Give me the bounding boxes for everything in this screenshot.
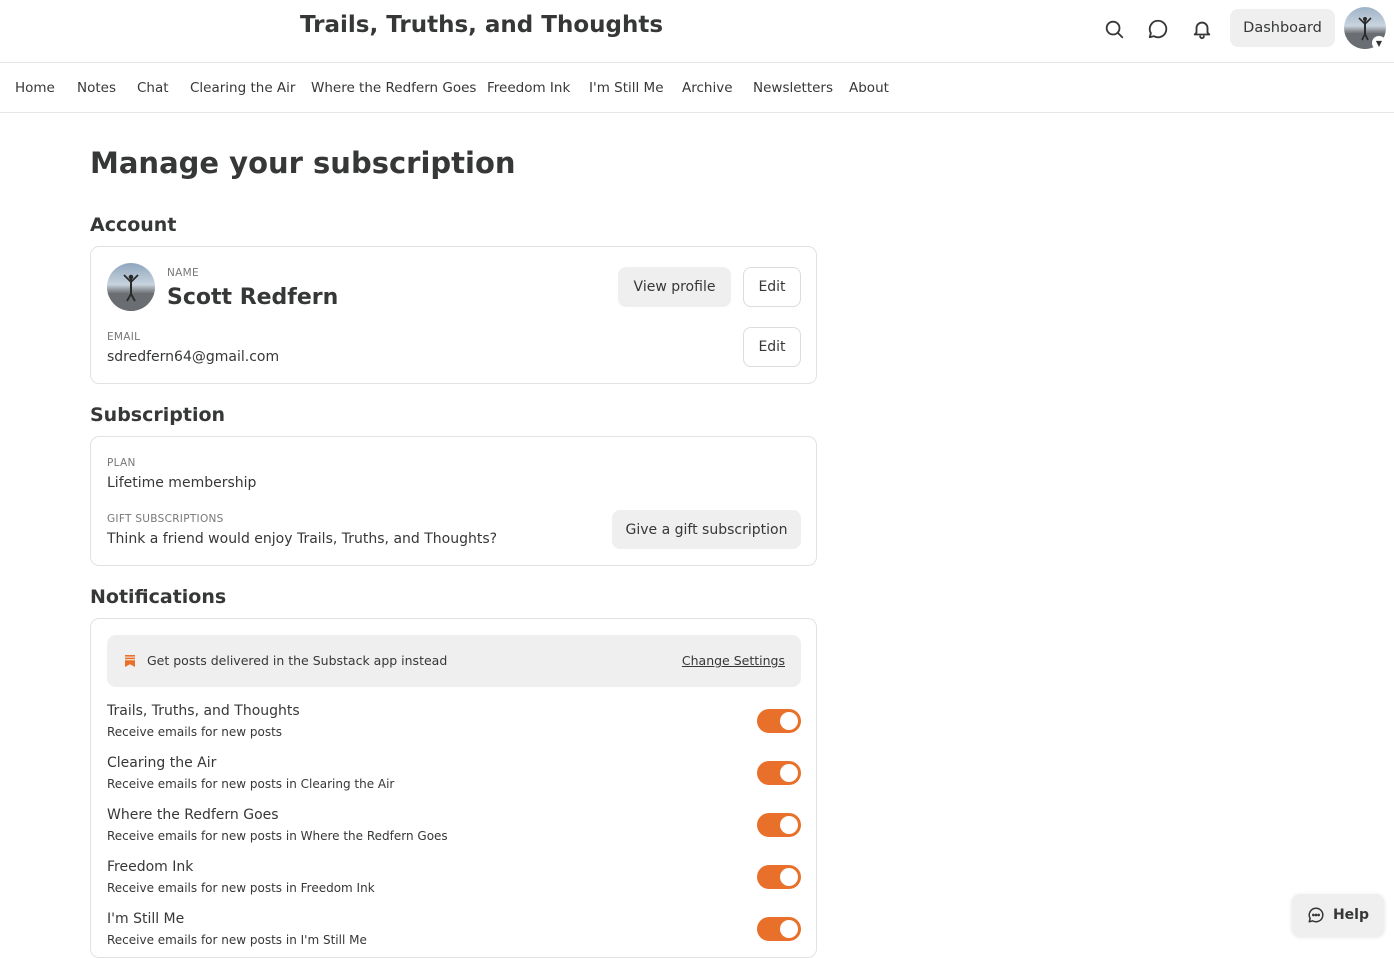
gift-label: GIFT SUBSCRIPTIONS (107, 513, 224, 525)
edit-email-button[interactable]: Edit (743, 327, 801, 367)
account-card: NAME Scott Redfern View profile Edit EMA… (90, 246, 817, 384)
nav-item-chat[interactable]: Chat (137, 80, 169, 96)
section-nav: Home Notes Chat Clearing the Air Where t… (0, 64, 1394, 113)
notifications-heading: Notifications (90, 586, 227, 608)
list-item: I'm Still Me Receive emails for new post… (107, 911, 801, 955)
account-email: sdredfern64@gmail.com (107, 349, 280, 365)
nav-item-notes[interactable]: Notes (77, 80, 116, 96)
toggle-knob (780, 920, 798, 938)
page-title: Manage your subscription (90, 146, 516, 180)
app-delivery-banner: Get posts delivered in the Substack app … (107, 635, 801, 687)
list-item: Clearing the Air Receive emails for new … (107, 755, 801, 799)
email-label: EMAIL (107, 331, 141, 343)
help-label: Help (1332, 907, 1370, 923)
notification-subtitle: Receive emails for new posts in Clearing… (107, 777, 395, 791)
dashboard-button[interactable]: Dashboard (1230, 9, 1335, 47)
chat-bubble-icon (1308, 907, 1324, 923)
toggle-knob (780, 764, 798, 782)
nav-item-home[interactable]: Home (15, 80, 55, 96)
list-item: Where the Redfern Goes Receive emails fo… (107, 807, 801, 851)
nav-item-archive[interactable]: Archive (682, 80, 733, 96)
nav-item-clearing-the-air[interactable]: Clearing the Air (190, 80, 295, 96)
notification-subtitle: Receive emails for new posts (107, 725, 283, 739)
toggle-knob (780, 712, 798, 730)
notification-subtitle: Receive emails for new posts in Where th… (107, 829, 448, 843)
email-toggle[interactable] (757, 865, 801, 889)
plan-value: Lifetime membership (107, 475, 257, 491)
notification-title: I'm Still Me (107, 911, 185, 927)
plan-label: PLAN (107, 457, 136, 469)
notification-title: Trails, Truths, and Thoughts (107, 703, 300, 719)
notification-title: Where the Redfern Goes (107, 807, 279, 823)
avatar (107, 263, 155, 311)
notification-title: Freedom Ink (107, 859, 194, 875)
nav-item-freedom-ink[interactable]: Freedom Ink (487, 80, 570, 96)
notification-subtitle: Receive emails for new posts in Freedom … (107, 881, 375, 895)
substack-logo-icon (125, 655, 135, 667)
bell-icon[interactable] (1189, 16, 1215, 42)
toggle-knob (780, 868, 798, 886)
nav-item-newsletters[interactable]: Newsletters (753, 80, 833, 96)
name-label: NAME (167, 267, 199, 279)
chat-bubble-icon[interactable] (1145, 16, 1171, 42)
edit-name-button[interactable]: Edit (743, 267, 801, 307)
account-name: Scott Redfern (167, 285, 339, 310)
email-toggle[interactable] (757, 917, 801, 941)
email-toggle[interactable] (757, 813, 801, 837)
email-toggle[interactable] (757, 709, 801, 733)
notifications-card: Get posts delivered in the Substack app … (90, 618, 817, 958)
search-icon[interactable] (1101, 16, 1127, 42)
list-item: Trails, Truths, and Thoughts Receive ema… (107, 703, 801, 747)
banner-text: Get posts delivered in the Substack app … (147, 653, 448, 668)
gift-text: Think a friend would enjoy Trails, Truth… (107, 531, 498, 547)
email-toggle[interactable] (757, 761, 801, 785)
nav-item-about[interactable]: About (849, 80, 889, 96)
nav-item-im-still-me[interactable]: I'm Still Me (589, 80, 664, 96)
top-bar: Trails, Truths, and Thoughts Dashboard ▼ (0, 0, 1394, 63)
list-item: Freedom Ink Receive emails for new posts… (107, 859, 801, 903)
help-button[interactable]: Help (1292, 894, 1384, 936)
give-gift-subscription-button[interactable]: Give a gift subscription (612, 510, 801, 549)
subscription-heading: Subscription (90, 404, 226, 426)
subscription-card: PLAN Lifetime membership GIFT SUBSCRIPTI… (90, 436, 817, 566)
chevron-down-icon[interactable]: ▼ (1372, 36, 1386, 50)
view-profile-button[interactable]: View profile (618, 267, 731, 307)
publication-title[interactable]: Trails, Truths, and Thoughts (300, 12, 663, 38)
change-settings-link[interactable]: Change Settings (682, 653, 785, 668)
notification-title: Clearing the Air (107, 755, 217, 771)
nav-item-where-the-redfern-goes[interactable]: Where the Redfern Goes (311, 80, 476, 96)
account-heading: Account (90, 214, 177, 236)
toggle-knob (780, 816, 798, 834)
